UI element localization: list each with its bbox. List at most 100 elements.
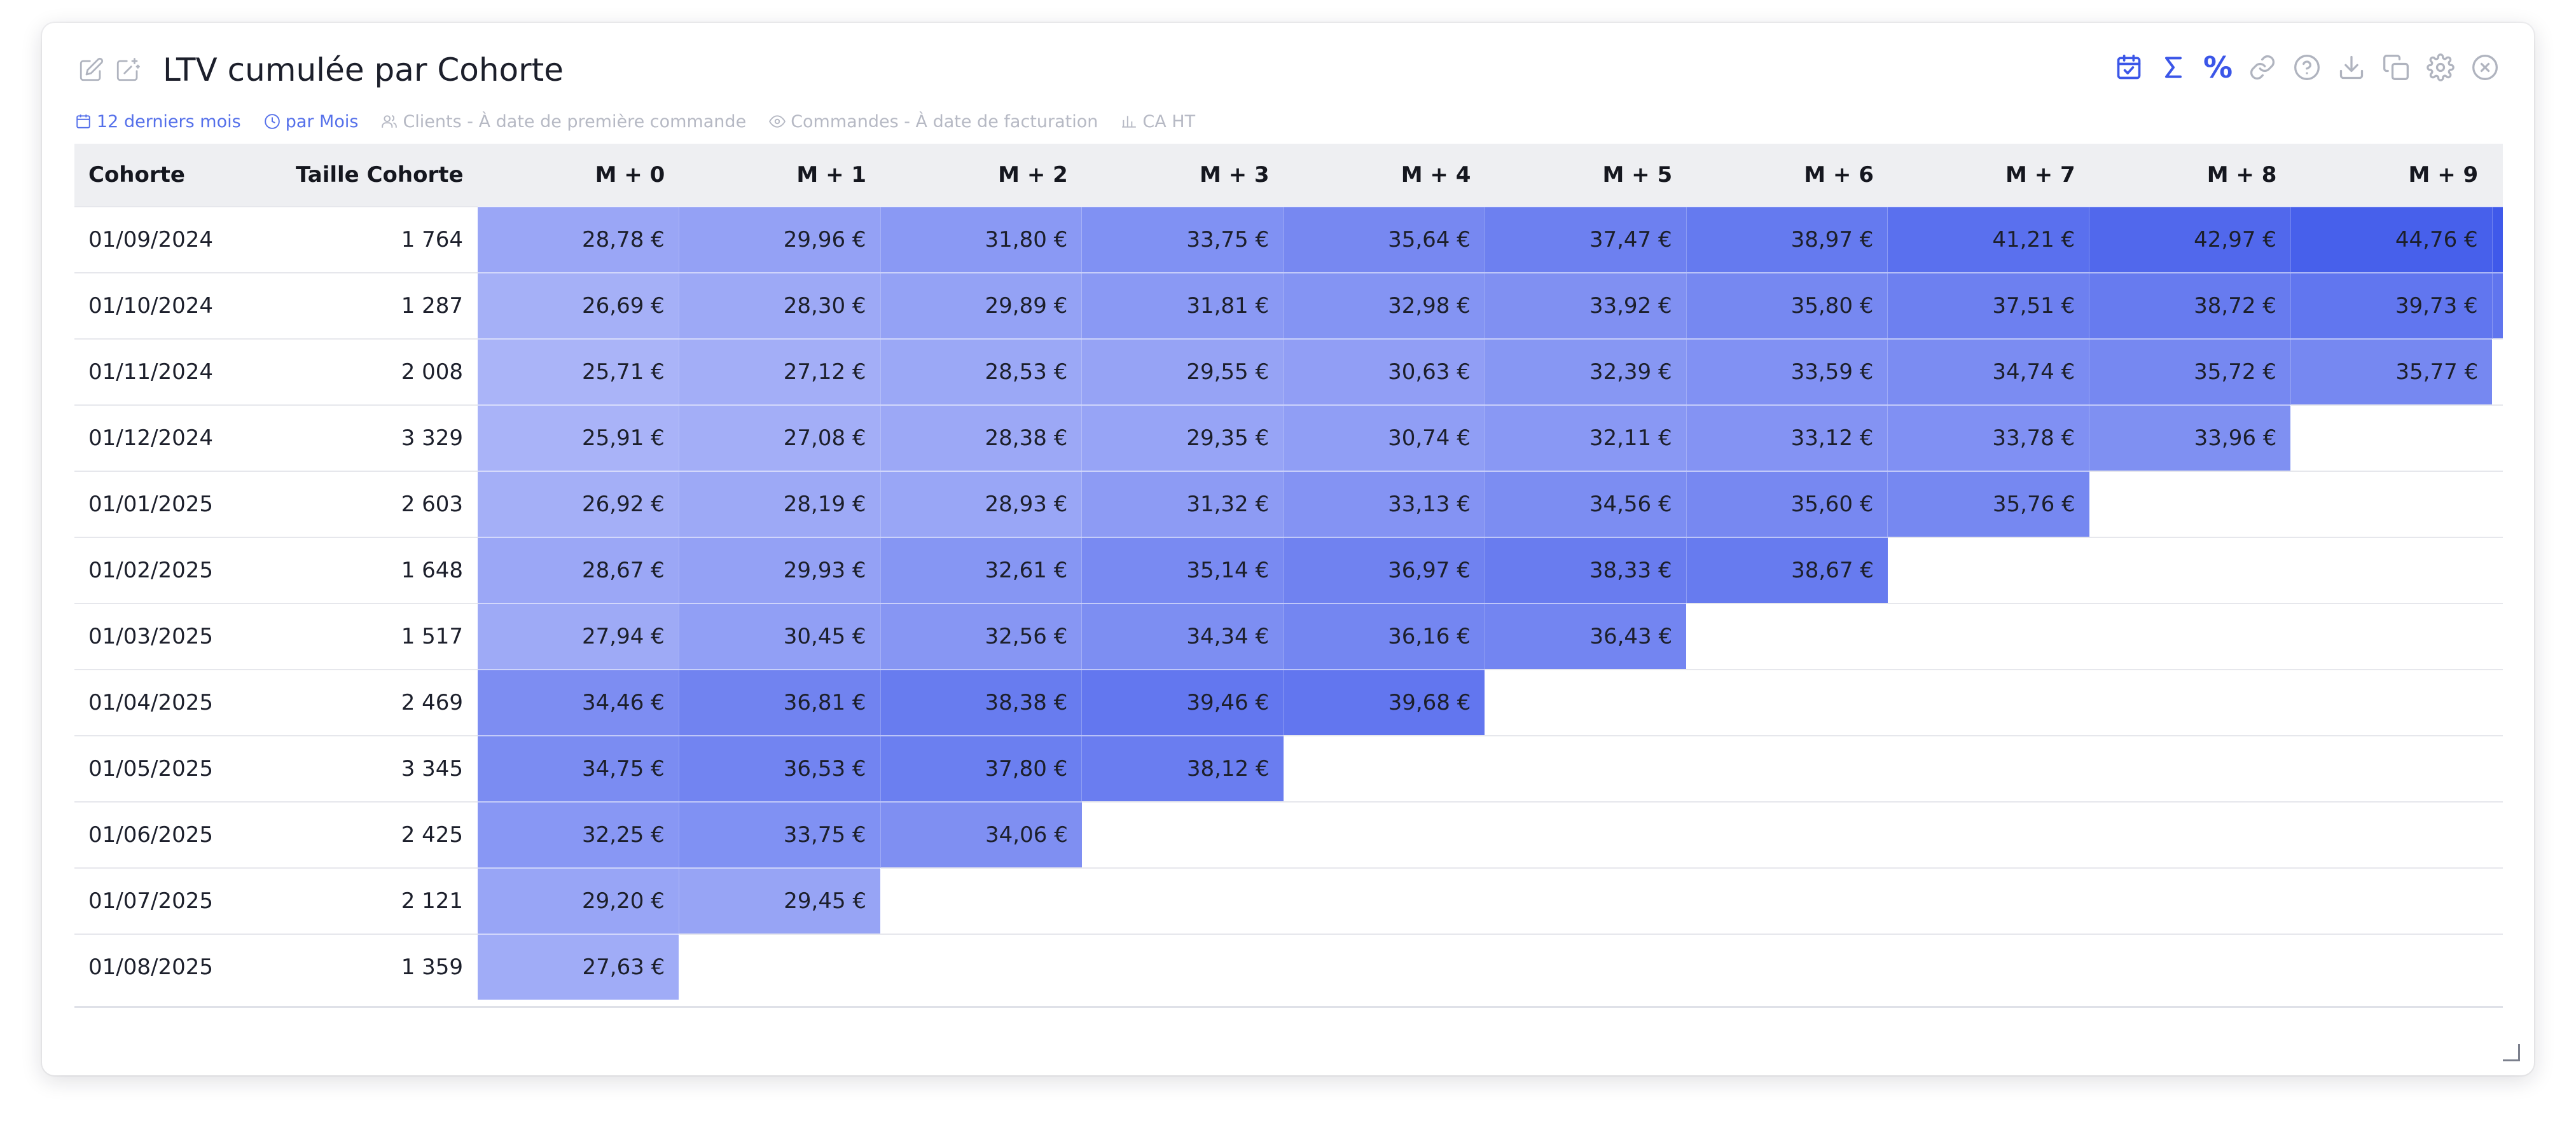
filter-revenue-label: CA HT [1142, 111, 1196, 132]
widget-card: LTV cumulée par Cohorte % 12 derniers mo… [42, 23, 2534, 1075]
column-header-m0[interactable]: M + 0 [477, 144, 679, 207]
ltv-value-cell: 33,12 € [1686, 404, 1888, 471]
ltv-value-cell: 28,53 € [880, 338, 1082, 405]
empty-cell [2089, 934, 2291, 1000]
cohort-date-cell: 01/10/2024 [74, 272, 276, 339]
cohort-date-cell: 01/01/2025 [74, 471, 276, 537]
empty-cell [1283, 801, 1485, 868]
filter-clients-label: Clients - À date de première commande [403, 111, 747, 132]
empty-cell [1485, 934, 1687, 1000]
column-header-m2[interactable]: M + 2 [880, 144, 1082, 207]
table-header-row: Cohorte Taille Cohorte M + 0M + 1M + 2M + … [74, 144, 2503, 207]
filter-orders[interactable]: Commandes - À date de facturation [769, 112, 1098, 132]
empty-cell [2492, 669, 2503, 736]
magic-edit-icon[interactable] [112, 54, 144, 86]
ltv-value-cell: 41,21 € [1887, 206, 2089, 273]
filter-granularity[interactable]: par Mois [264, 112, 358, 132]
ltv-value-cell: 35,64 € [1283, 206, 1485, 273]
column-header-size[interactable]: Taille Cohorte [275, 144, 478, 207]
empty-cell [1887, 801, 2089, 868]
ltv-value-cell: 34,74 € [1887, 338, 2089, 405]
close-circle-icon[interactable] [2465, 47, 2505, 88]
ltv-value-cell: 32,11 € [1484, 404, 1687, 471]
empty-cell [2290, 801, 2493, 868]
table-row: 01/02/2025 1 648 28,67 €29,93 €32,61 €35,1… [74, 537, 2503, 603]
resize-handle[interactable] [2503, 1044, 2520, 1061]
ltv-value-cell: 33,59 € [1686, 338, 1888, 405]
ltv-value-cell: 39,46 € [1081, 669, 1284, 736]
cohort-date-cell: 01/04/2025 [74, 669, 276, 736]
cohort-size-cell: 2 008 [275, 338, 478, 405]
table-row: 01/07/2025 2 121 29,20 €29,45 € [74, 867, 2503, 934]
empty-cell [1283, 867, 1485, 934]
filter-clients[interactable]: Clients - À date de première commande [381, 112, 746, 132]
sigma-icon[interactable] [2154, 47, 2193, 88]
ltv-value-cell: 32,25 € [477, 801, 679, 868]
ltv-value-cell: 38,67 € [1686, 537, 1888, 603]
ltv-value-cell: 28,30 € [678, 272, 881, 339]
ltv-value-cell: 30,63 € [1283, 338, 1485, 405]
column-header-m4[interactable]: M + 4 [1283, 144, 1485, 207]
empty-cell [2290, 537, 2493, 603]
empty-cell [2492, 867, 2503, 934]
download-icon[interactable] [2332, 47, 2371, 88]
cohort-size-cell: 3 345 [275, 735, 478, 802]
calendar-check-icon[interactable] [2109, 47, 2149, 88]
ltv-value-cell: 27,63 € [477, 934, 679, 1000]
column-header-m3[interactable]: M + 3 [1081, 144, 1284, 207]
ltv-value-cell: 28,38 € [880, 404, 1082, 471]
column-header-m6[interactable]: M + 6 [1686, 144, 1888, 207]
empty-cell [1686, 669, 1888, 736]
ltv-value-cell: 32,39 € [1484, 338, 1687, 405]
column-header-m7[interactable]: M + 7 [1887, 144, 2089, 207]
ltv-value-cell: 33,78 € [1887, 404, 2089, 471]
help-circle-icon[interactable] [2287, 47, 2327, 88]
ltv-value-cell: 37,80 € [880, 735, 1082, 802]
filter-period[interactable]: 12 derniers mois [75, 112, 241, 132]
cohort-date-cell: 01/09/2024 [74, 206, 276, 273]
table-row: 01/06/2025 2 425 32,25 €33,75 €34,06 € [74, 801, 2503, 868]
column-header-m5[interactable]: M + 5 [1485, 144, 1687, 207]
percent-icon[interactable]: % [2198, 47, 2238, 88]
filter-revenue[interactable]: CA HT [1121, 112, 1195, 132]
empty-cell [1283, 934, 1485, 1000]
ltv-value-cell: 28,67 € [477, 537, 679, 603]
table-row: 01/09/2024 1 764 28,78 €29,96 €31,80 €33,7… [74, 206, 2503, 273]
ltv-value-cell: 28,19 € [678, 471, 881, 537]
link-icon[interactable] [2243, 47, 2282, 88]
cohort-size-cell: 1 764 [275, 206, 478, 273]
filter-orders-label: Commandes - À date de facturation [791, 111, 1098, 132]
ltv-value-cell: 28,93 € [880, 471, 1082, 537]
eye-icon [769, 115, 786, 128]
copy-icon[interactable] [2376, 47, 2416, 88]
empty-cell [2492, 934, 2503, 1000]
cohort-size-cell: 2 603 [275, 471, 478, 537]
empty-cell [1081, 934, 1284, 1000]
ltv-value-cell: 32,98 € [1283, 272, 1485, 339]
empty-cell [2089, 471, 2291, 537]
ltv-value-cell: 29,20 € [477, 867, 679, 934]
ltv-value-cell: 29,89 € [880, 272, 1082, 339]
widget-title: LTV cumulée par Cohorte [163, 52, 564, 88]
column-header-m1[interactable]: M + 1 [679, 144, 881, 207]
column-header-m8[interactable]: M + 8 [2089, 144, 2291, 207]
empty-cell [2089, 669, 2291, 736]
column-header-m10[interactable]: M + 10 [2492, 144, 2503, 207]
column-header-m9[interactable]: M + 9 [2290, 144, 2493, 207]
empty-cell [2290, 603, 2493, 670]
empty-cell [1081, 801, 1284, 868]
ltv-value-cell: 30,45 € [678, 603, 881, 670]
empty-cell [1686, 735, 1888, 802]
empty-cell [1485, 801, 1687, 868]
cohort-size-cell: 1 648 [275, 537, 478, 603]
ltv-value-cell: 40,09 € [2491, 272, 2503, 339]
edit-icon[interactable] [75, 54, 107, 86]
empty-cell [1485, 735, 1687, 802]
cohort-date-cell: 01/06/2025 [74, 801, 276, 868]
cohort-table-scroll[interactable]: Cohorte Taille Cohorte M + 0M + 1M + 2M + … [74, 144, 2503, 1008]
users-icon [382, 114, 398, 128]
table-row: 01/08/2025 1 359 27,63 € [74, 934, 2503, 1000]
ltv-value-cell: 38,38 € [880, 669, 1082, 736]
gear-icon[interactable] [2421, 47, 2460, 88]
column-header-cohort[interactable]: Cohorte [74, 144, 276, 207]
